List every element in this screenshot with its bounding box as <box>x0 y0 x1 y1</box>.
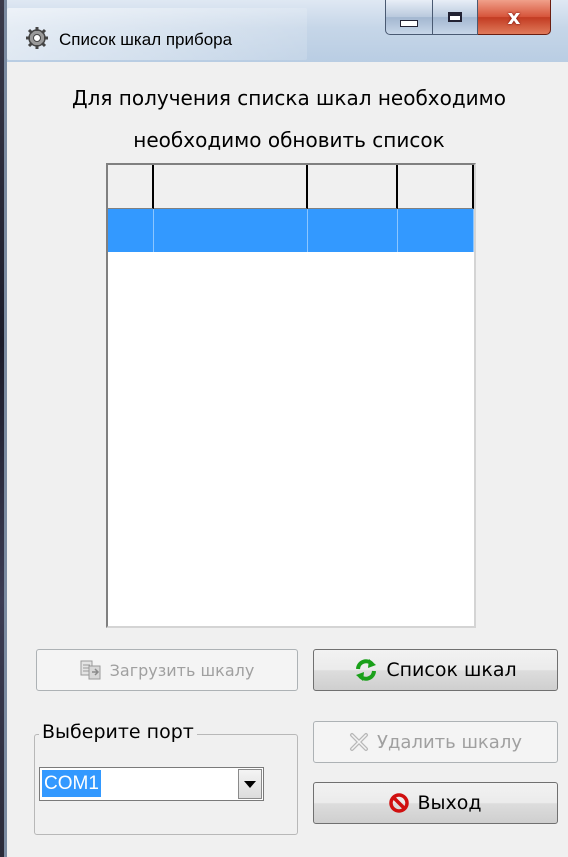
grid-header <box>108 165 474 209</box>
grid-header-cell[interactable] <box>154 165 308 209</box>
instruction-line-2: необходимо обновить список <box>133 128 445 152</box>
port-select-dropdown-button[interactable] <box>238 769 262 799</box>
exit-button[interactable]: Выход <box>313 782 558 824</box>
gear-icon <box>26 27 48 49</box>
maximize-button[interactable] <box>433 0 478 35</box>
instruction-line-1: Для получения списка шкал необходимо <box>71 86 507 110</box>
load-scale-icon <box>80 660 101 680</box>
window-title: Список шкал прибора <box>59 30 233 49</box>
refresh-icon <box>356 659 377 681</box>
chevron-down-icon <box>244 780 256 788</box>
close-button[interactable]: x <box>478 0 551 35</box>
delete-scale-label: Удалить шкалу <box>377 731 522 753</box>
load-scale-button[interactable]: Загрузить шкалу <box>36 649 298 691</box>
table-row-selected[interactable] <box>108 209 474 252</box>
grid-header-cell[interactable] <box>108 165 154 209</box>
delete-icon <box>350 733 368 751</box>
port-groupbox-label: Выберите порт <box>39 721 197 743</box>
grid-cell[interactable] <box>308 209 398 252</box>
grid-cell[interactable] <box>398 209 474 252</box>
title-bar[interactable]: Список шкал прибора x <box>7 0 568 62</box>
grid-header-cell[interactable] <box>398 165 474 209</box>
dialog-window: Список шкал прибора x Для получения спис… <box>4 0 568 857</box>
scales-grid[interactable] <box>106 163 476 628</box>
exit-label: Выход <box>417 792 482 814</box>
delete-scale-button[interactable]: Удалить шкалу <box>313 721 558 763</box>
close-icon: x <box>507 5 521 29</box>
minimize-button[interactable] <box>385 0 433 35</box>
caption-buttons: x <box>385 0 551 36</box>
dialog-client-area: Для получения списка шкал необходимо нео… <box>7 62 568 857</box>
grid-cell[interactable] <box>154 209 308 252</box>
minimize-icon <box>400 19 418 27</box>
grid-cell[interactable] <box>108 209 154 252</box>
scale-list-button[interactable]: Список шкал <box>313 649 558 691</box>
no-entry-icon <box>389 793 410 813</box>
port-select[interactable]: COM1 <box>39 767 264 801</box>
maximize-icon <box>448 12 462 22</box>
port-select-value: COM1 <box>42 770 101 797</box>
load-scale-label: Загрузить шкалу <box>109 660 255 680</box>
scale-list-label: Список шкал <box>386 659 517 681</box>
grid-header-cell[interactable] <box>308 165 398 209</box>
